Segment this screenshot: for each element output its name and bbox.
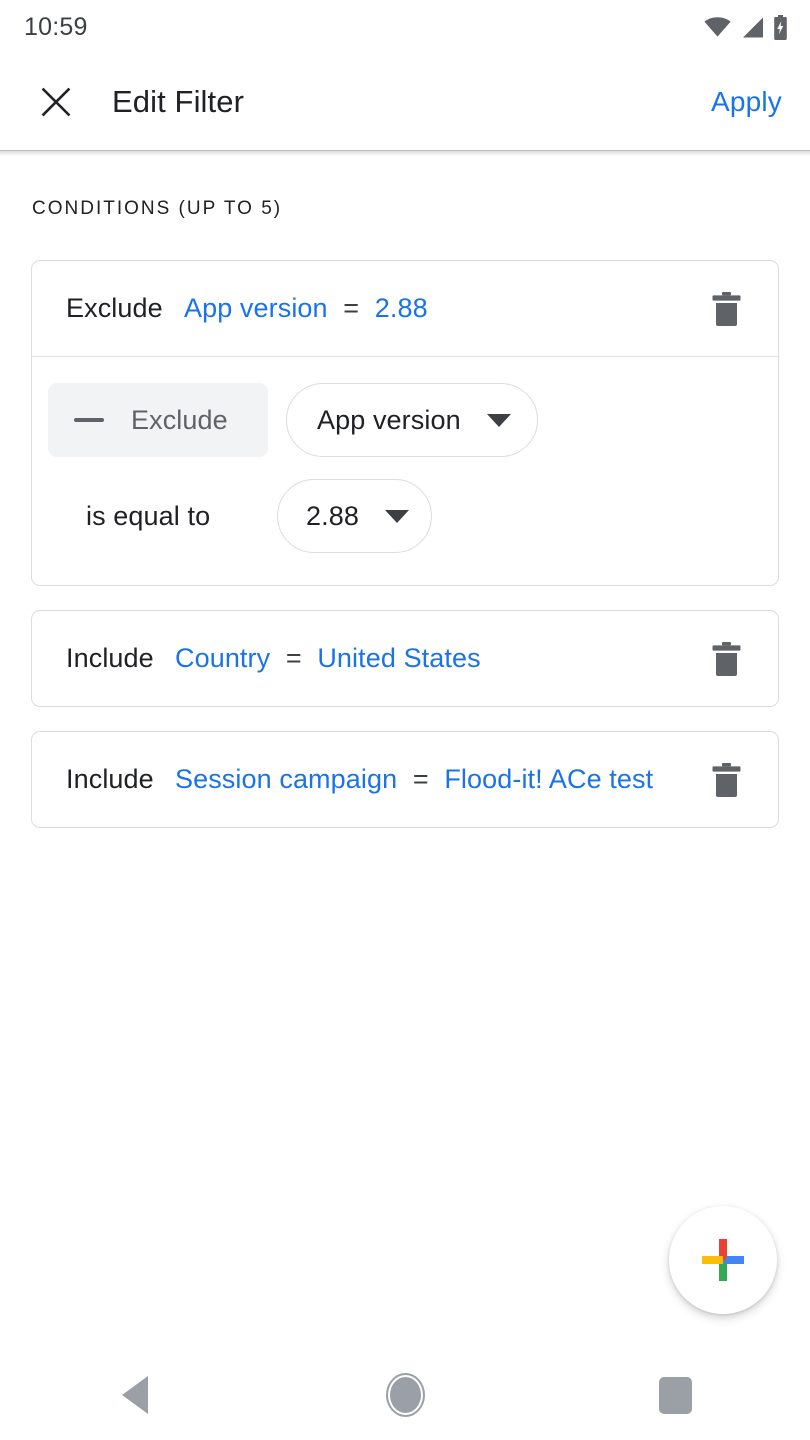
- status-clock: 10:59: [24, 13, 88, 42]
- condition-dimension-label: Session campaign: [175, 764, 397, 794]
- condition-summary-text: Include Session campaign = Flood-it! ACe…: [66, 764, 655, 795]
- dimension-select-value: App version: [317, 405, 461, 436]
- editor-row-value: is equal to 2.88: [48, 479, 744, 553]
- chevron-down-icon: [487, 414, 511, 427]
- phone-screen: 10:59 Edit Filter A: [0, 0, 810, 1440]
- condition-mode-label: Exclude: [66, 293, 163, 323]
- trash-icon: [711, 292, 742, 326]
- content-area: CONDITIONS (UP TO 5) Exclude App version…: [0, 156, 810, 852]
- nav-home-button[interactable]: [270, 1375, 540, 1415]
- mode-chip-label: Exclude: [131, 405, 228, 436]
- apply-button[interactable]: Apply: [711, 86, 782, 118]
- editor-row-dimension: Exclude App version: [48, 383, 744, 457]
- delete-condition-button[interactable]: [702, 756, 750, 804]
- home-circle-icon: [388, 1375, 423, 1415]
- condition-summary-row[interactable]: Include Session campaign = Flood-it! ACe…: [32, 732, 778, 827]
- trash-icon: [711, 642, 742, 676]
- back-triangle-icon: [122, 1376, 148, 1414]
- delete-condition-button[interactable]: [702, 635, 750, 683]
- wifi-icon: [704, 17, 731, 37]
- condition-dimension-label: App version: [184, 293, 328, 323]
- condition-operator-symbol: =: [286, 643, 302, 673]
- condition-summary-row[interactable]: Include Country = United States: [32, 611, 778, 706]
- status-bar: 10:59: [0, 0, 810, 54]
- delete-condition-button[interactable]: [702, 285, 750, 333]
- conditions-list: Exclude App version = 2.88: [0, 260, 810, 828]
- section-header-conditions: CONDITIONS (UP TO 5): [32, 198, 810, 220]
- minus-icon: [74, 418, 104, 422]
- trash-icon: [711, 763, 742, 797]
- operator-label: is equal to: [48, 501, 277, 532]
- add-condition-fab[interactable]: [669, 1206, 777, 1314]
- dimension-select[interactable]: App version: [286, 383, 538, 457]
- app-bar: Edit Filter Apply: [0, 54, 810, 150]
- condition-summary-text: Exclude App version = 2.88: [66, 293, 430, 324]
- battery-charging-icon: [773, 15, 788, 40]
- condition-value-label: Flood-it! ACe test: [444, 764, 653, 794]
- condition-mode-label: Include: [66, 764, 154, 794]
- condition-card: Exclude App version = 2.88: [31, 260, 779, 586]
- close-button[interactable]: [28, 74, 84, 130]
- condition-editor: Exclude App version is equal to 2.88: [32, 357, 778, 585]
- condition-mode-label: Include: [66, 643, 154, 673]
- condition-dimension-label: Country: [175, 643, 270, 673]
- plus-icon: [698, 1235, 748, 1285]
- condition-value-label: United States: [317, 643, 480, 673]
- value-select-value: 2.88: [306, 501, 359, 532]
- condition-operator-symbol: =: [343, 293, 359, 323]
- condition-summary-row[interactable]: Exclude App version = 2.88: [32, 261, 778, 356]
- status-icon-group: [704, 15, 788, 40]
- condition-card: Include Session campaign = Flood-it! ACe…: [31, 731, 779, 828]
- condition-value-label: 2.88: [375, 293, 428, 323]
- close-icon: [40, 86, 72, 118]
- condition-summary-text: Include Country = United States: [66, 643, 483, 674]
- value-select[interactable]: 2.88: [277, 479, 432, 553]
- android-nav-bar: [0, 1350, 810, 1440]
- page-title: Edit Filter: [112, 84, 244, 120]
- mode-toggle-chip[interactable]: Exclude: [48, 383, 268, 457]
- chevron-down-icon: [385, 510, 409, 523]
- nav-recents-button[interactable]: [540, 1377, 810, 1414]
- condition-operator-symbol: =: [413, 764, 429, 794]
- condition-card: Include Country = United States: [31, 610, 779, 707]
- cell-signal-icon: [740, 17, 764, 38]
- recents-square-icon: [659, 1377, 692, 1414]
- nav-back-button[interactable]: [0, 1376, 270, 1414]
